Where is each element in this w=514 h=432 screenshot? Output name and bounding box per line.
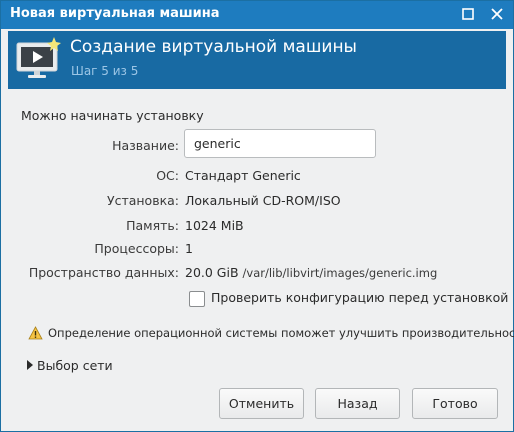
customize-checkbox[interactable] xyxy=(189,291,205,307)
cpu-value: 1 xyxy=(185,241,193,256)
name-label: Название: xyxy=(112,138,179,153)
cancel-button[interactable]: Отменить xyxy=(219,388,304,419)
wizard-step: Шаг 5 из 5 xyxy=(71,64,139,78)
window-title: Новая виртуальная машина xyxy=(10,6,220,21)
ready-heading: Можно начинать установку xyxy=(21,108,204,123)
title-bar[interactable]: Новая виртуальная машина xyxy=(1,1,513,29)
close-icon[interactable] xyxy=(490,7,504,21)
cpu-label: Процессоры: xyxy=(94,241,179,256)
storage-value: 20.0 GiB /var/lib/libvirt/images/generic… xyxy=(185,265,437,280)
install-label: Установка: xyxy=(106,193,179,208)
os-label: ОС: xyxy=(156,168,179,183)
storage-label: Пространство данных: xyxy=(28,265,179,280)
memory-value: 1024 MiB xyxy=(185,218,244,233)
wizard-title: Создание виртуальной машины xyxy=(70,37,357,57)
warning-icon xyxy=(28,326,43,340)
maximize-icon[interactable] xyxy=(461,7,475,21)
warning-text: Определение операционной системы поможет… xyxy=(48,326,514,340)
install-value: Локальный CD-ROM/ISO xyxy=(185,193,341,208)
back-button[interactable]: Назад xyxy=(315,388,400,419)
os-value: Стандарт Generic xyxy=(185,168,301,183)
network-label[interactable]: Выбор сети xyxy=(37,358,113,373)
storage-path: /var/lib/libvirt/images/generic.img xyxy=(242,266,438,280)
wizard-header: Создание виртуальной машины Шаг 5 из 5 xyxy=(8,31,506,89)
storage-size: 20.0 GiB xyxy=(185,265,239,280)
memory-label: Память: xyxy=(126,218,179,233)
monitor-play-icon xyxy=(16,37,61,78)
name-input[interactable] xyxy=(184,129,376,158)
customize-label[interactable]: Проверить конфигурацию перед установкой xyxy=(211,290,508,305)
new-vm-window: Новая виртуальная машина Создание виртуа… xyxy=(0,0,514,432)
finish-button[interactable]: Готово xyxy=(412,388,498,419)
summary-panel: Можно начинать установку Название: ОС: С… xyxy=(8,98,514,424)
expander-arrow-icon[interactable] xyxy=(26,360,34,370)
